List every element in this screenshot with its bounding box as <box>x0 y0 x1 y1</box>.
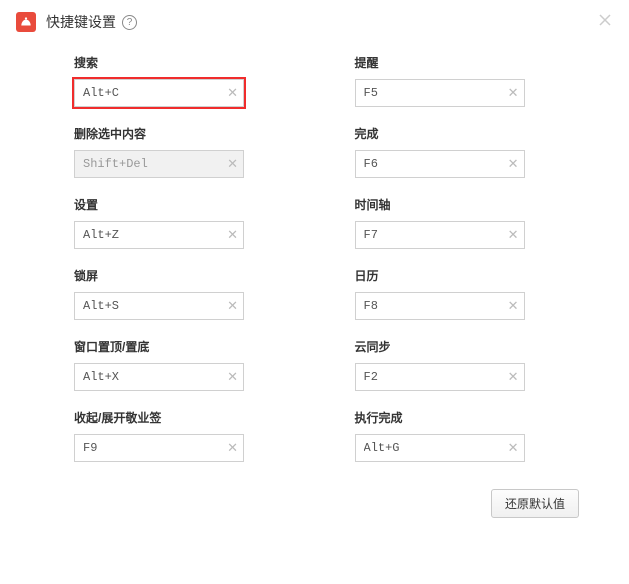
footer: 还原默认值 <box>491 489 579 518</box>
shortcut-label: 执行完成 <box>355 409 570 426</box>
shortcut-input[interactable] <box>74 79 244 107</box>
shortcut-input-wrap: ✕ <box>355 221 525 249</box>
clear-icon[interactable]: ✕ <box>508 298 519 314</box>
shortcut-input[interactable] <box>74 434 244 462</box>
shortcut-input[interactable] <box>74 221 244 249</box>
shortcut-input[interactable] <box>74 363 244 391</box>
shortcut-input[interactable] <box>355 79 525 107</box>
shortcut-label: 窗口置顶/置底 <box>74 338 255 355</box>
shortcut-input-wrap: ✕ <box>355 434 525 462</box>
help-icon[interactable]: ? <box>122 15 137 30</box>
shortcut-label: 云同步 <box>355 338 570 355</box>
shortcut-field: 提醒 ✕ <box>355 54 570 107</box>
shortcut-field: 时间轴 ✕ <box>355 196 570 249</box>
left-column: 搜索 ✕ 删除选中内容 ✕ 设置 ✕ 锁屏 ✕ 窗口置顶/置底 ✕ 收起/展开敬业签 ✕ <box>0 54 315 480</box>
shortcut-input-wrap: ✕ <box>74 434 244 462</box>
clear-icon[interactable]: ✕ <box>508 440 519 456</box>
shortcut-label: 删除选中内容 <box>74 125 255 142</box>
shortcut-input-wrap: ✕ <box>74 221 244 249</box>
shortcut-field: 执行完成 ✕ <box>355 409 570 462</box>
shortcut-field: 日历 ✕ <box>355 267 570 320</box>
shortcut-field: 设置 ✕ <box>74 196 255 249</box>
shortcut-field: 收起/展开敬业签 ✕ <box>74 409 255 462</box>
shortcut-input-wrap: ✕ <box>355 363 525 391</box>
shortcut-input-wrap: ✕ <box>355 79 525 107</box>
clear-icon[interactable]: ✕ <box>508 85 519 101</box>
clear-icon[interactable]: ✕ <box>227 85 238 101</box>
shortcut-input-wrap: ✕ <box>74 150 244 178</box>
shortcut-input-wrap: ✕ <box>74 79 244 107</box>
shortcut-field: 锁屏 ✕ <box>74 267 255 320</box>
shortcut-input[interactable] <box>355 221 525 249</box>
clear-icon[interactable]: ✕ <box>227 156 238 172</box>
dialog-title: 快捷键设置 <box>46 12 116 32</box>
shortcut-input-wrap: ✕ <box>74 363 244 391</box>
shortcut-field: 完成 ✕ <box>355 125 570 178</box>
shortcut-label: 设置 <box>74 196 255 213</box>
shortcut-field: 云同步 ✕ <box>355 338 570 391</box>
shortcut-label: 提醒 <box>355 54 570 71</box>
right-column: 提醒 ✕ 完成 ✕ 时间轴 ✕ 日历 ✕ 云同步 ✕ 执行完成 ✕ <box>315 54 629 480</box>
clear-icon[interactable]: ✕ <box>508 369 519 385</box>
shortcut-input[interactable] <box>355 434 525 462</box>
shortcut-field: 搜索 ✕ <box>74 54 255 107</box>
shortcut-label: 收起/展开敬业签 <box>74 409 255 426</box>
clear-icon[interactable]: ✕ <box>508 156 519 172</box>
shortcut-label: 时间轴 <box>355 196 570 213</box>
shortcut-input[interactable] <box>74 150 244 178</box>
shortcut-input[interactable] <box>74 292 244 320</box>
clear-icon[interactable]: ✕ <box>227 369 238 385</box>
shortcut-input[interactable] <box>355 292 525 320</box>
clear-icon[interactable]: ✕ <box>227 227 238 243</box>
close-button[interactable] <box>595 10 615 30</box>
clear-icon[interactable]: ✕ <box>227 298 238 314</box>
reset-defaults-button[interactable]: 还原默认值 <box>491 489 579 518</box>
dialog-header: 快捷键设置 ? <box>0 0 629 44</box>
clear-icon[interactable]: ✕ <box>227 440 238 456</box>
clear-icon[interactable]: ✕ <box>508 227 519 243</box>
content: 搜索 ✕ 删除选中内容 ✕ 设置 ✕ 锁屏 ✕ 窗口置顶/置底 ✕ 收起/展开敬业签 ✕ 提醒 ✕ 完成 ✕… <box>0 44 629 480</box>
shortcut-label: 完成 <box>355 125 570 142</box>
app-icon <box>16 12 36 32</box>
shortcut-input-wrap: ✕ <box>355 292 525 320</box>
shortcut-input[interactable] <box>355 150 525 178</box>
shortcut-label: 锁屏 <box>74 267 255 284</box>
shortcut-label: 搜索 <box>74 54 255 71</box>
shortcut-label: 日历 <box>355 267 570 284</box>
shortcut-field: 删除选中内容 ✕ <box>74 125 255 178</box>
shortcut-field: 窗口置顶/置底 ✕ <box>74 338 255 391</box>
shortcut-input-wrap: ✕ <box>74 292 244 320</box>
shortcut-input[interactable] <box>355 363 525 391</box>
shortcut-input-wrap: ✕ <box>355 150 525 178</box>
